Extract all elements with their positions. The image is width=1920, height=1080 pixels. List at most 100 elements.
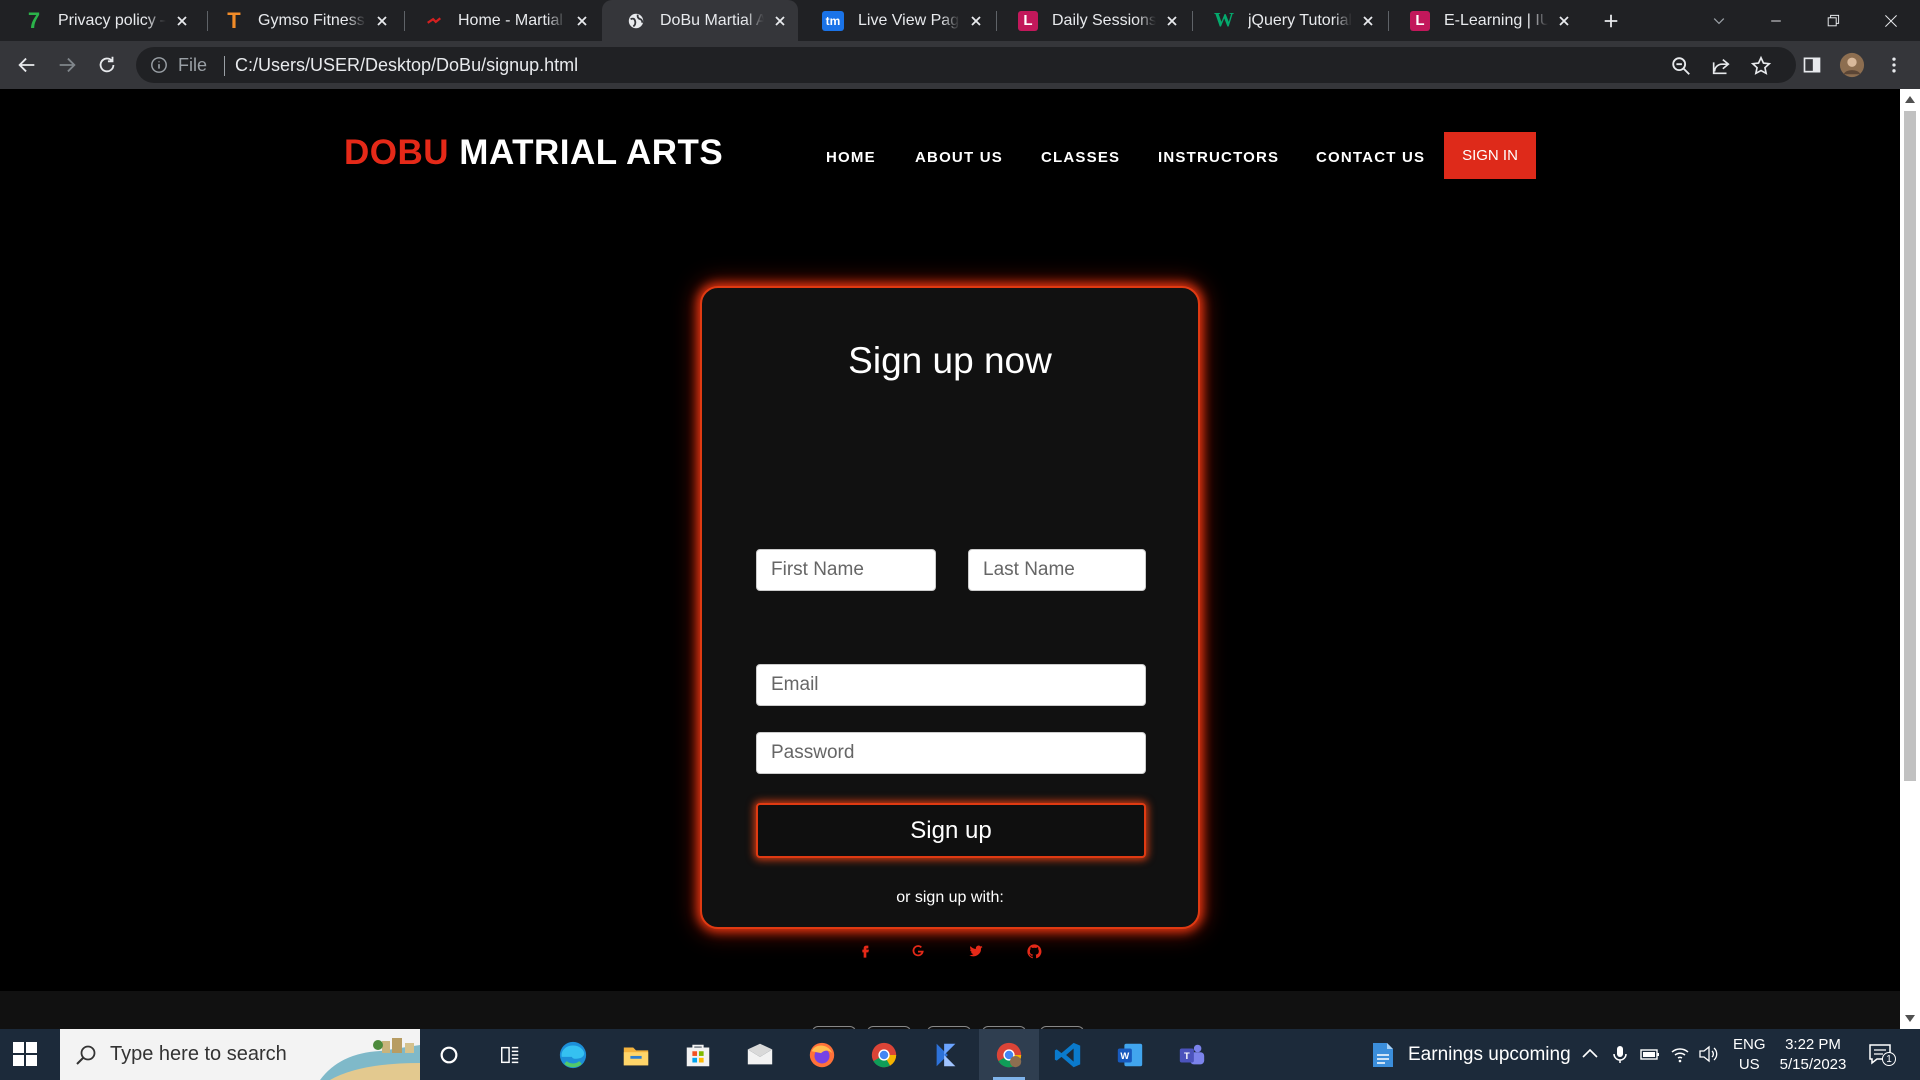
teams-icon: T	[1179, 1044, 1205, 1065]
new-tab-button[interactable]	[1598, 8, 1624, 34]
google-button[interactable]	[907, 940, 929, 962]
tab-title: Privacy policy – Pi	[58, 11, 166, 29]
taskbar-search-box[interactable]: Type here to search	[60, 1029, 420, 1080]
chevron-up-icon[interactable]	[1580, 1044, 1600, 1064]
browser-tab[interactable]: tm Live View Page - T	[798, 0, 994, 41]
close-tab-icon[interactable]	[1360, 13, 1376, 29]
notification-center-button[interactable]: 1	[1868, 1042, 1896, 1066]
browser-tab-strip: 7 Privacy policy – Pi T Gymso Fitness - …	[0, 0, 1920, 41]
back-button[interactable]	[13, 51, 41, 79]
browser-menu-button[interactable]	[1880, 51, 1908, 79]
side-panel-button[interactable]	[1798, 51, 1826, 79]
site-logo[interactable]: DOBU MATRIAL ARTS	[344, 133, 723, 173]
clock-time: 3:22 PM	[1785, 1036, 1841, 1053]
cortana-button[interactable]	[431, 1037, 467, 1073]
mail-button[interactable]	[742, 1037, 778, 1073]
seven-favicon-icon: 7	[27, 7, 41, 33]
microphone-icon[interactable]	[1610, 1044, 1630, 1064]
file-scheme-label: File	[178, 55, 208, 75]
first-name-input[interactable]	[756, 549, 936, 591]
chevron-down-icon	[1713, 18, 1725, 25]
close-tab-icon[interactable]	[1556, 13, 1572, 29]
close-window-button[interactable]	[1878, 8, 1904, 34]
browser-tab-active[interactable]: DoBu Martial Arts	[602, 0, 798, 41]
windows-start-icon[interactable]	[12, 1041, 38, 1067]
search-icon	[76, 1045, 96, 1065]
teams-button[interactable]: T	[1174, 1037, 1210, 1073]
martial-favicon-icon	[424, 11, 444, 31]
email-input[interactable]	[756, 664, 1146, 706]
address-bar[interactable]: File C:/Users/USER/Desktop/DoBu/signup.h…	[136, 47, 1796, 83]
zoom-icon[interactable]	[1670, 55, 1692, 77]
power-automate-button[interactable]	[928, 1037, 964, 1073]
scroll-up-arrow-icon[interactable]	[1905, 95, 1915, 103]
scroll-thumb[interactable]	[1904, 111, 1916, 781]
system-clock[interactable]: 3:22 PM 5/15/2023	[1772, 1035, 1854, 1075]
l-favicon-icon: L	[1018, 10, 1038, 31]
minimize-button[interactable]	[1763, 8, 1789, 34]
microsoft-store-button[interactable]	[680, 1037, 716, 1073]
bookmark-star-icon[interactable]	[1750, 55, 1772, 77]
browser-tab[interactable]: T Gymso Fitness - La	[200, 0, 400, 41]
github-button[interactable]	[1023, 940, 1045, 962]
tab-title: Home - Martial Ar	[458, 11, 566, 29]
wifi-icon[interactable]	[1670, 1044, 1690, 1064]
browser-tab[interactable]: W jQuery Tutorial	[1190, 0, 1386, 41]
vscode-icon	[1054, 1042, 1081, 1068]
chrome-button[interactable]	[866, 1037, 902, 1073]
file-explorer-button[interactable]	[618, 1037, 654, 1073]
last-name-input[interactable]	[968, 549, 1146, 591]
close-tab-icon[interactable]	[772, 13, 788, 29]
restore-button[interactable]	[1820, 8, 1846, 34]
url-text[interactable]: C:/Users/USER/Desktop/DoBu/signup.html	[225, 55, 578, 76]
tab-title: Live View Page - T	[858, 11, 960, 29]
scroll-down-arrow-icon[interactable]	[1905, 1015, 1915, 1023]
chrome-profile-button[interactable]	[979, 1029, 1039, 1080]
browser-tab[interactable]: L Daily Sessions | Co	[994, 0, 1190, 41]
power-automate-icon	[936, 1043, 956, 1067]
page-scrollbar[interactable]	[1900, 89, 1920, 1029]
news-widget-text[interactable]: Earnings upcoming	[1408, 1044, 1571, 1066]
volume-icon[interactable]	[1698, 1044, 1718, 1064]
file-explorer-icon	[623, 1047, 649, 1066]
info-icon[interactable]	[150, 56, 168, 74]
browser-tab[interactable]: L E-Learning | IU6:	[1386, 0, 1582, 41]
forward-button[interactable]	[53, 51, 81, 79]
reload-icon	[99, 56, 115, 73]
nav-home[interactable]: HOME	[826, 149, 876, 166]
reload-button[interactable]	[93, 51, 121, 79]
close-tab-icon[interactable]	[1164, 13, 1180, 29]
tab-title: DoBu Martial Arts	[660, 11, 764, 29]
nav-instructors[interactable]: INSTRUCTORS	[1158, 149, 1279, 166]
close-tab-icon[interactable]	[374, 13, 390, 29]
plus-icon	[1604, 14, 1618, 28]
arrow-right-icon	[59, 57, 76, 73]
facebook-button[interactable]	[854, 940, 876, 962]
nav-about-us[interactable]: ABOUT US	[915, 149, 1003, 166]
sign-up-button[interactable]: Sign up	[756, 803, 1146, 858]
input-language-indicator[interactable]: ENG US	[1733, 1035, 1766, 1075]
firefox-button[interactable]	[804, 1037, 840, 1073]
task-view-button[interactable]	[492, 1037, 528, 1073]
share-icon[interactable]	[1710, 55, 1732, 77]
sign-in-button[interactable]: SIGN IN	[1444, 132, 1536, 179]
close-tab-icon[interactable]	[968, 13, 984, 29]
news-document-icon[interactable]	[1370, 1041, 1396, 1069]
battery-icon[interactable]	[1640, 1044, 1660, 1064]
password-input[interactable]	[756, 732, 1146, 774]
close-tab-icon[interactable]	[574, 13, 590, 29]
nav-contact-us[interactable]: CONTACT US	[1316, 149, 1425, 166]
vscode-button[interactable]	[1050, 1037, 1086, 1073]
browser-tab[interactable]: Home - Martial Ar	[400, 0, 600, 41]
google-icon	[912, 945, 924, 957]
twitter-button[interactable]	[965, 940, 987, 962]
browser-tab[interactable]: 7 Privacy policy – Pi	[0, 0, 200, 41]
nav-classes[interactable]: CLASSES	[1041, 149, 1120, 166]
arrow-left-icon	[18, 57, 35, 73]
close-tab-icon[interactable]	[174, 13, 190, 29]
profile-button[interactable]	[1838, 51, 1866, 79]
edge-button[interactable]	[555, 1037, 591, 1073]
windows-taskbar: Type here to search W T Earnings upcomin…	[0, 1029, 1920, 1080]
word-button[interactable]: W	[1112, 1037, 1148, 1073]
tab-search-button[interactable]	[1706, 8, 1732, 34]
